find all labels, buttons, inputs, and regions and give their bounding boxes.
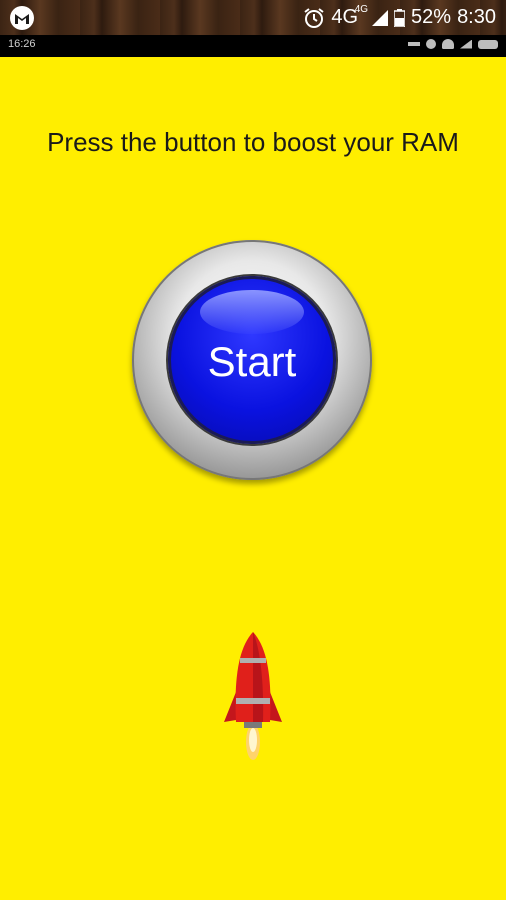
device-clock: 8:30 bbox=[457, 6, 496, 28]
rocket-icon bbox=[224, 632, 282, 760]
start-gloss bbox=[200, 290, 304, 334]
app-clock: 16:26 bbox=[8, 38, 36, 50]
cell-icon bbox=[460, 39, 472, 49]
start-label: Start bbox=[207, 338, 297, 385]
start-button[interactable]: Start bbox=[132, 240, 372, 480]
start-button-face[interactable]: Start bbox=[168, 276, 336, 444]
inner-battery-icon bbox=[478, 39, 498, 49]
app-status-bar: 16:26 bbox=[0, 35, 506, 57]
wifi-icon bbox=[442, 39, 454, 49]
prompt-text: Press the button to boost your RAM bbox=[47, 127, 459, 157]
signal-icon bbox=[372, 9, 389, 26]
malwarebytes-logo-icon bbox=[10, 6, 34, 30]
battery-icon bbox=[394, 8, 406, 27]
device-status-bar: 4G 4G 52% 8:30 bbox=[0, 0, 506, 35]
status-dots-icon bbox=[408, 42, 420, 46]
network-type: 4G 4G bbox=[331, 4, 369, 28]
alarm-icon bbox=[304, 7, 324, 28]
battery-percent: 52% bbox=[411, 6, 452, 28]
status-ring-icon bbox=[426, 39, 436, 49]
